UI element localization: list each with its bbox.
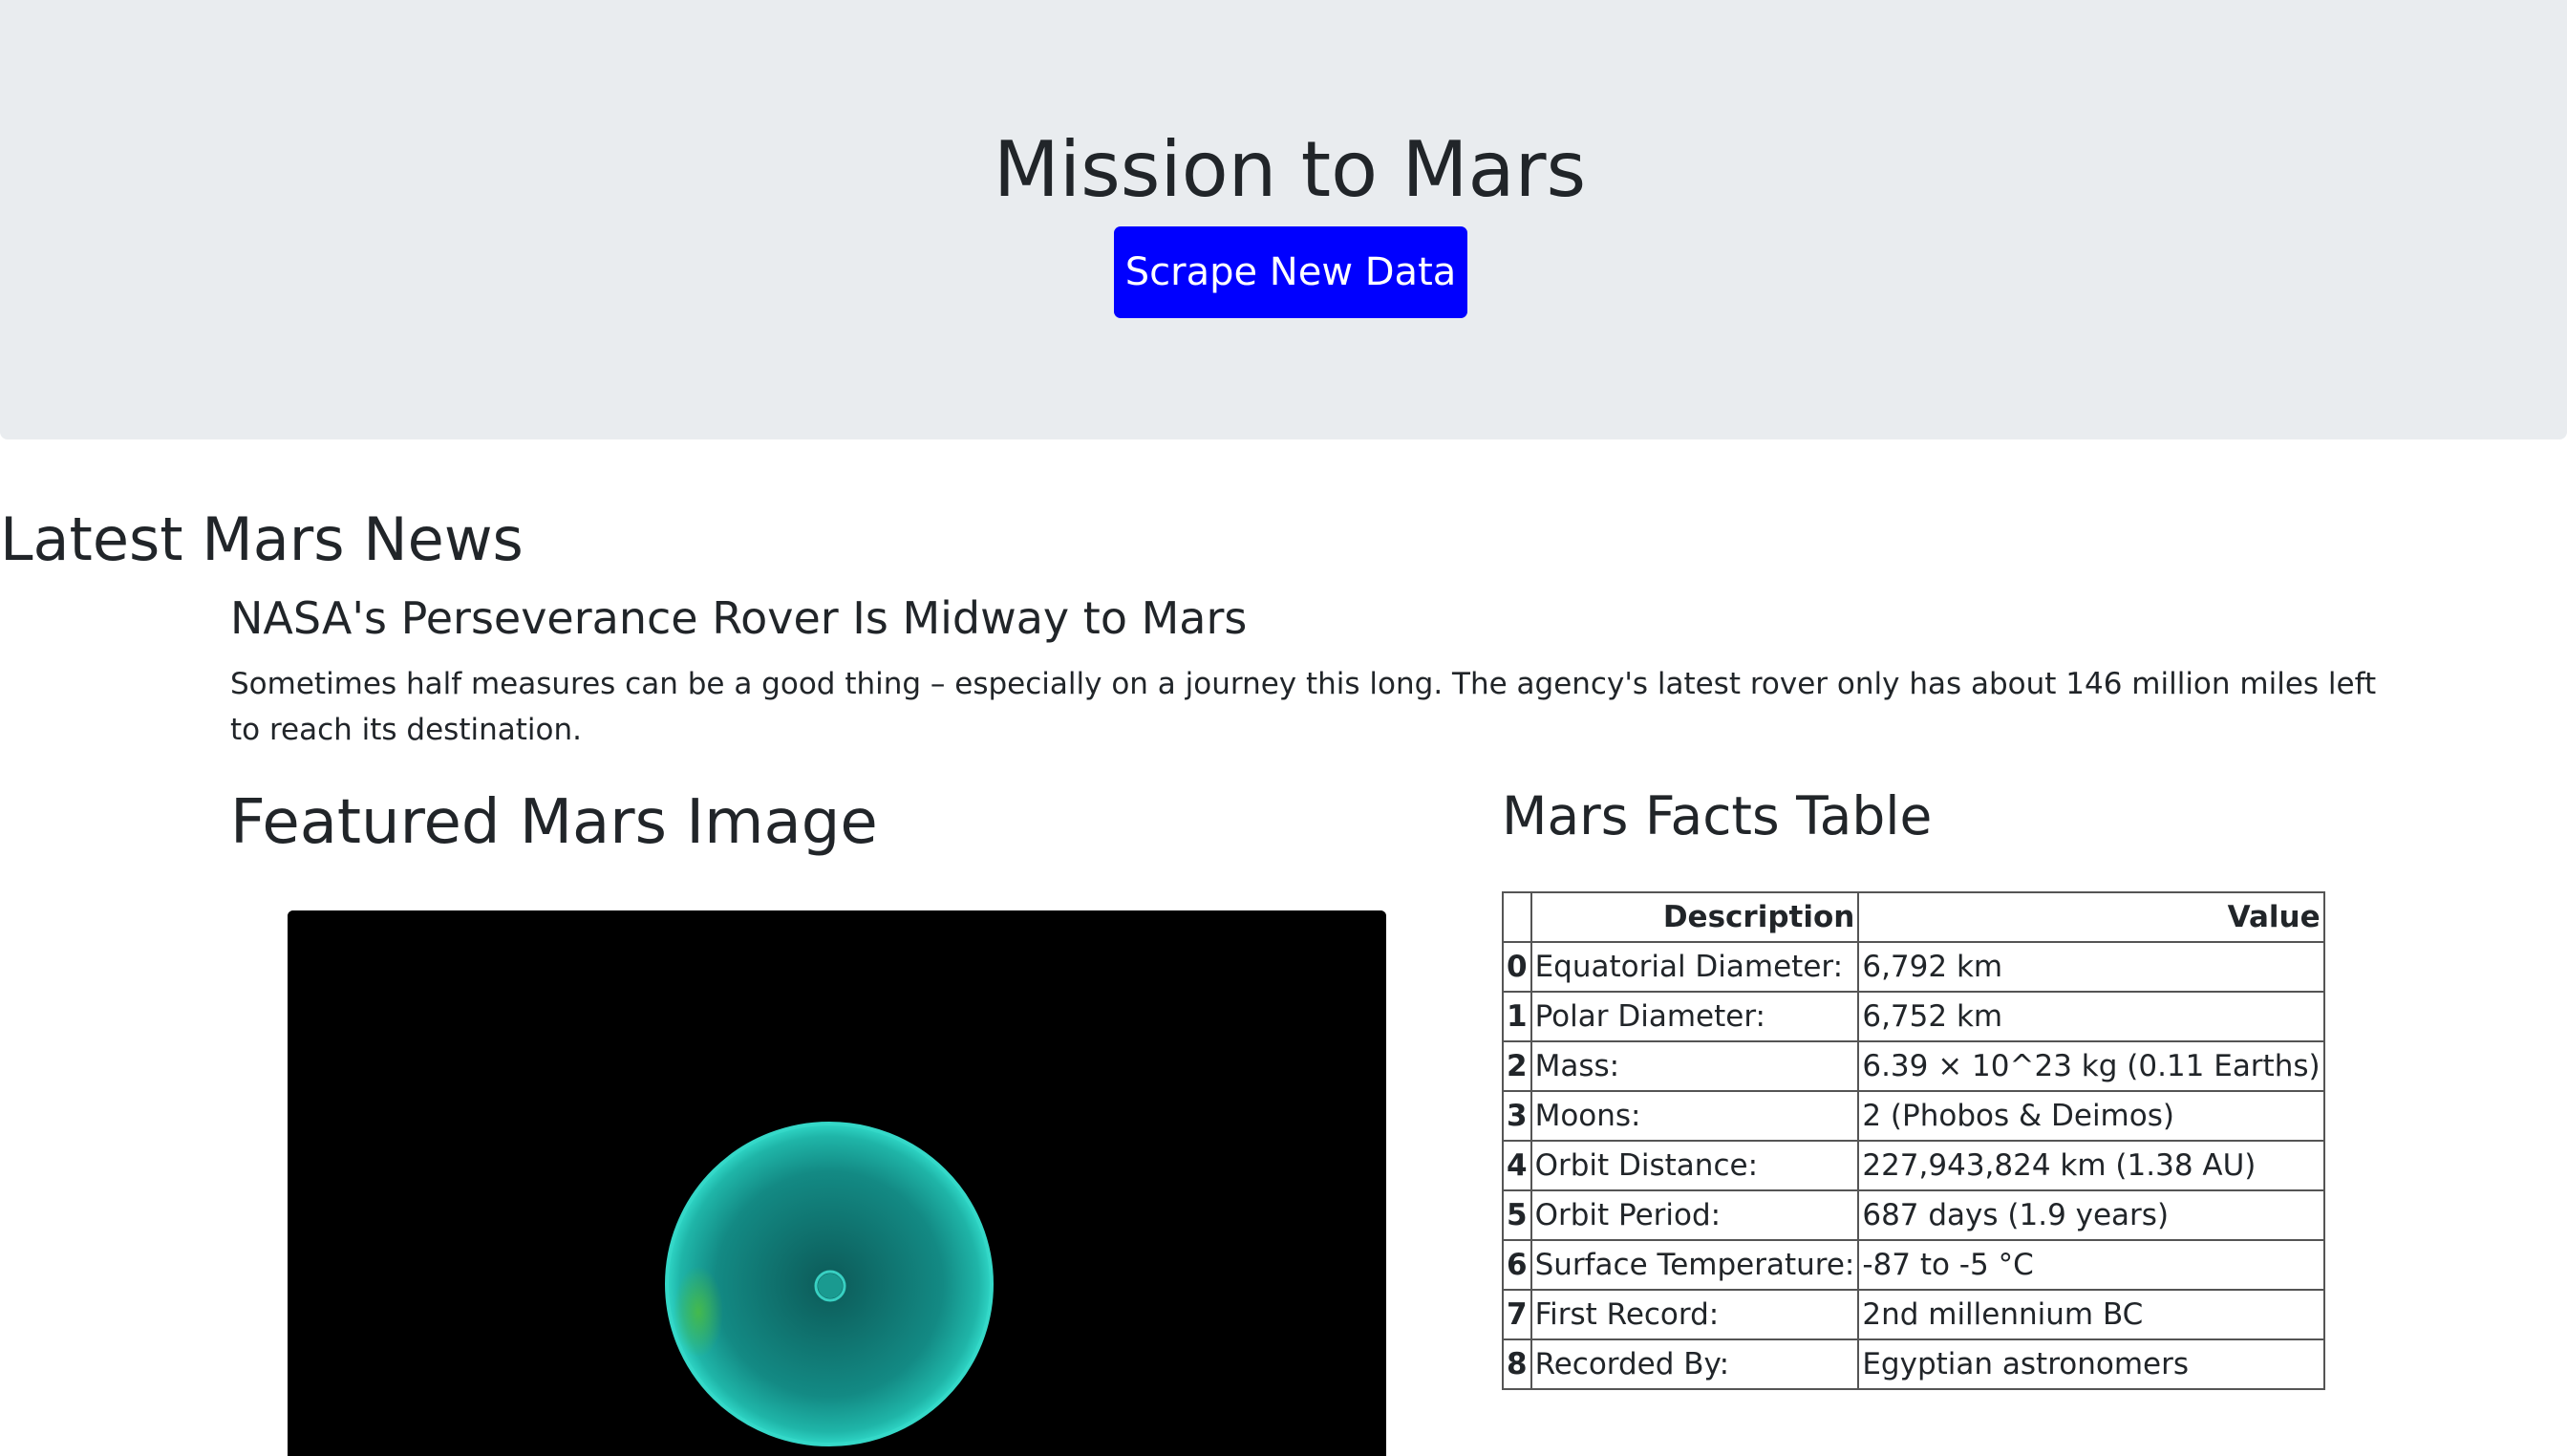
table-header-row: Description Value — [1502, 891, 2325, 943]
row-value: 687 days (1.9 years) — [1857, 1189, 2325, 1241]
table-row: 3 Moons: 2 (Phobos & Deimos) — [1502, 1090, 2325, 1142]
facts-table-heading: Mars Facts Table — [1502, 785, 1933, 846]
page: Mission to Mars Scrape New Data Latest M… — [0, 0, 2567, 1456]
page-title: Mission to Mars — [993, 125, 1587, 214]
row-description: Recorded By: — [1530, 1338, 1860, 1390]
table-row: 8 Recorded By: Egyptian astronomers — [1502, 1338, 2325, 1390]
row-description: Orbit Period: — [1530, 1189, 1860, 1241]
row-description: Orbit Distance: — [1530, 1140, 1860, 1191]
row-index: 5 — [1502, 1189, 1532, 1241]
row-value: 6,792 km — [1857, 941, 2325, 993]
row-description: Surface Temperature: — [1530, 1239, 1860, 1291]
featured-image-graphic — [288, 910, 1386, 1456]
table-header-description: Description — [1530, 891, 1860, 943]
jumbotron: Mission to Mars Scrape New Data — [0, 0, 2567, 439]
featured-image-heading: Featured Mars Image — [230, 787, 878, 858]
row-description: First Record: — [1530, 1289, 1860, 1340]
row-value: Egyptian astronomers — [1857, 1338, 2325, 1390]
row-value: 2nd millennium BC — [1857, 1289, 2325, 1340]
row-value: 2 (Phobos & Deimos) — [1857, 1090, 2325, 1142]
scrape-new-data-button[interactable]: Scrape New Data — [1114, 226, 1467, 318]
table-row: 0 Equatorial Diameter: 6,792 km — [1502, 941, 2325, 993]
row-value: 6.39 × 10^23 kg (0.11 Earths) — [1857, 1040, 2325, 1092]
table-row: 1 Polar Diameter: 6,752 km — [1502, 991, 2325, 1042]
table-row: 5 Orbit Period: 687 days (1.9 years) — [1502, 1189, 2325, 1241]
row-index: 6 — [1502, 1239, 1532, 1291]
row-description: Moons: — [1530, 1090, 1860, 1142]
table-header-value: Value — [1857, 891, 2325, 943]
row-index: 4 — [1502, 1140, 1532, 1191]
table-row: 4 Orbit Distance: 227,943,824 km (1.38 A… — [1502, 1140, 2325, 1191]
row-index: 8 — [1502, 1338, 1532, 1390]
row-value: -87 to -5 °C — [1857, 1239, 2325, 1291]
latest-news-heading: Latest Mars News — [0, 504, 524, 574]
table-row: 7 First Record: 2nd millennium BC — [1502, 1289, 2325, 1340]
table-row: 2 Mass: 6.39 × 10^23 kg (0.11 Earths) — [1502, 1040, 2325, 1092]
row-description: Equatorial Diameter: — [1530, 941, 1860, 993]
row-value: 6,752 km — [1857, 991, 2325, 1042]
row-index: 2 — [1502, 1040, 1532, 1092]
table-header-index — [1502, 891, 1532, 943]
row-index: 7 — [1502, 1289, 1532, 1340]
mars-facts-table: Description Value 0 Equatorial Diameter:… — [1502, 891, 2325, 1390]
row-index: 3 — [1502, 1090, 1532, 1142]
row-description: Polar Diameter: — [1530, 991, 1860, 1042]
table-row: 6 Surface Temperature: -87 to -5 °C — [1502, 1239, 2325, 1291]
row-index: 1 — [1502, 991, 1532, 1042]
news-headline: NASA's Perseverance Rover Is Midway to M… — [230, 592, 1248, 644]
news-teaser: Sometimes half measures can be a good th… — [230, 667, 2377, 747]
featured-mars-image — [288, 910, 1386, 1456]
row-index: 0 — [1502, 941, 1532, 993]
row-value: 227,943,824 km (1.38 AU) — [1857, 1140, 2325, 1191]
row-description: Mass: — [1530, 1040, 1860, 1092]
